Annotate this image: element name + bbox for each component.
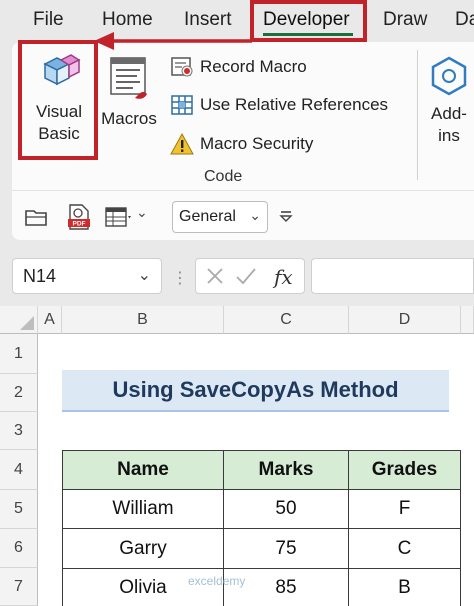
select-all-corner[interactable] bbox=[0, 306, 38, 334]
row-header-5[interactable]: 5 bbox=[0, 490, 38, 529]
cancel-icon[interactable] bbox=[204, 263, 226, 294]
table-cell[interactable]: 50 bbox=[223, 489, 349, 529]
relative-references-label: Use Relative References bbox=[200, 95, 389, 114]
row-header-2[interactable]: 2 bbox=[0, 374, 38, 412]
table-cell[interactable]: Garry bbox=[62, 528, 224, 569]
table-cell[interactable]: C bbox=[348, 528, 461, 569]
name-box[interactable]: N14 ⌄ bbox=[12, 258, 162, 294]
table-header-grades[interactable]: Grades bbox=[348, 450, 461, 490]
column-header-d[interactable]: D bbox=[349, 306, 461, 334]
table-cell[interactable]: William bbox=[62, 489, 224, 529]
macro-security-label: Macro Security bbox=[200, 134, 314, 153]
enter-icon[interactable] bbox=[234, 263, 258, 294]
svg-text:PDF: PDF bbox=[73, 221, 86, 228]
table-format-icon[interactable] bbox=[104, 205, 132, 234]
worksheet: A B C D 1 2 3 4 5 6 7 Using SaveCopyAs M… bbox=[0, 306, 474, 606]
column-header-b[interactable]: B bbox=[62, 306, 224, 334]
macro-security-button[interactable]: Macro Security bbox=[170, 132, 313, 156]
group-label-code: Code bbox=[204, 168, 243, 185]
add-ins-icon bbox=[431, 56, 467, 96]
chevron-down-icon[interactable]: ⌄ bbox=[138, 265, 151, 285]
highlight-developer-tab bbox=[250, 0, 367, 42]
tab-draw[interactable]: Draw bbox=[383, 9, 427, 31]
annotation-arrow bbox=[94, 32, 252, 50]
relative-references-button[interactable]: Use Relative References bbox=[170, 93, 388, 117]
chevron-down-icon: ⌄ bbox=[249, 207, 261, 223]
sheet-title[interactable]: Using SaveCopyAs Method bbox=[62, 370, 449, 412]
formula-buttons: fx bbox=[195, 258, 305, 294]
highlight-visual-basic bbox=[18, 40, 98, 160]
qat-divider bbox=[12, 190, 474, 191]
open-icon[interactable] bbox=[24, 205, 50, 234]
table-header-marks[interactable]: Marks bbox=[223, 450, 349, 490]
chevron-down-icon[interactable]: ⌄ bbox=[136, 204, 148, 221]
pdf-icon[interactable]: PDF bbox=[66, 203, 92, 236]
macros-label: Macros bbox=[101, 109, 157, 128]
watermark: exceldemy bbox=[188, 574, 246, 588]
tab-data[interactable]: Da bbox=[455, 9, 474, 31]
number-format-select[interactable]: General ⌄ bbox=[172, 201, 268, 233]
name-box-value: N14 bbox=[23, 266, 57, 286]
tab-file[interactable]: File bbox=[33, 9, 64, 31]
insert-function-button[interactable]: fx bbox=[274, 265, 293, 289]
row-header-6[interactable]: 6 bbox=[0, 529, 38, 568]
formula-input[interactable] bbox=[311, 258, 474, 294]
row-header-7[interactable]: 7 bbox=[0, 568, 38, 606]
splitter-handle[interactable]: ⋮ bbox=[172, 268, 188, 288]
record-macro-label: Record Macro bbox=[200, 57, 307, 76]
row-header-1[interactable]: 1 bbox=[0, 334, 38, 374]
add-ins-label-2: ins bbox=[438, 126, 460, 145]
record-macro-button[interactable]: Record Macro bbox=[170, 55, 307, 79]
macro-security-icon bbox=[170, 132, 194, 156]
group-separator bbox=[417, 50, 418, 180]
table-header-name[interactable]: Name bbox=[62, 450, 224, 490]
column-header-a[interactable]: A bbox=[38, 306, 62, 334]
macros-icon bbox=[110, 57, 147, 99]
column-header-c[interactable]: C bbox=[224, 306, 349, 334]
row-header-4[interactable]: 4 bbox=[0, 450, 38, 490]
formula-bar: N14 ⌄ ⋮ fx bbox=[0, 240, 474, 306]
table-cell[interactable]: F bbox=[348, 489, 461, 529]
add-ins-label-1: Add- bbox=[431, 104, 467, 123]
table-cell[interactable]: 75 bbox=[223, 528, 349, 569]
relative-references-icon bbox=[170, 93, 194, 117]
number-format-value: General bbox=[179, 208, 236, 225]
table-cell[interactable]: B bbox=[348, 568, 461, 606]
add-ins-button[interactable]: Add- ins bbox=[424, 46, 474, 152]
row-header-3[interactable]: 3 bbox=[0, 412, 38, 450]
customize-qat-icon[interactable] bbox=[278, 206, 294, 231]
column-header-e[interactable] bbox=[461, 306, 474, 334]
macros-button[interactable]: Macros bbox=[98, 46, 160, 152]
record-macro-icon bbox=[170, 55, 194, 79]
